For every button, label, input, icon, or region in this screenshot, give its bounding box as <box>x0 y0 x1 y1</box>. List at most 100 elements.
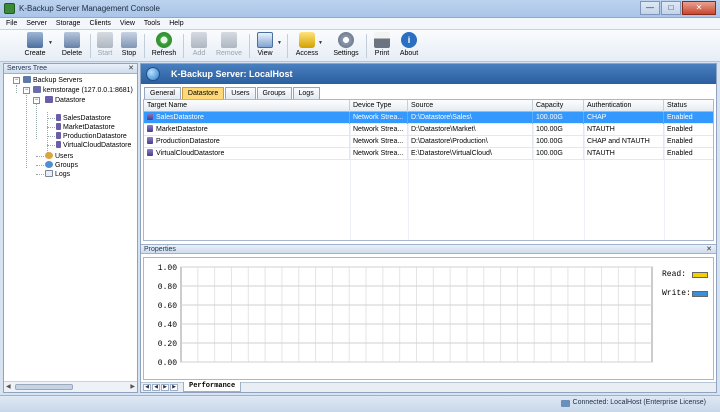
app-icon <box>4 3 15 14</box>
maximize-icon[interactable]: □ <box>661 1 681 15</box>
menu-file[interactable]: File <box>6 18 17 29</box>
create-button[interactable]: Create ▼ <box>20 32 53 60</box>
refresh-button[interactable]: Refresh <box>150 32 178 60</box>
tree-node-groups[interactable]: Groups <box>45 161 78 170</box>
cell-authentication: NTAUTH <box>584 124 664 136</box>
cell-capacity: 100.00G <box>533 112 584 124</box>
tab-datastore[interactable]: Datastore <box>181 87 225 99</box>
globe-icon <box>146 67 160 81</box>
cell-target-name: ProductionDatastore <box>144 136 350 148</box>
column-authentication[interactable]: Authentication <box>584 100 664 112</box>
tree-horizontal-scrollbar[interactable]: ◀ ▶ <box>4 381 137 392</box>
table-header: Target Name Device Type Source Capacity … <box>144 100 713 112</box>
cell-source: D:\Datastore\Market\ <box>408 124 533 136</box>
y-tick-label: 0.80 <box>158 283 177 292</box>
access-button[interactable]: Access ▼ <box>294 32 323 60</box>
toolbar-separator <box>249 34 250 58</box>
column-status[interactable]: Status <box>664 100 713 112</box>
column-source[interactable]: Source <box>408 100 533 112</box>
stop-button[interactable]: Stop <box>119 32 139 60</box>
tree-node-users[interactable]: Users <box>45 152 73 161</box>
start-button[interactable]: Start <box>94 32 116 60</box>
legend-write-label: Write: <box>662 289 691 298</box>
menu-tools[interactable]: Tools <box>144 18 160 29</box>
toolbar-separator <box>366 34 367 58</box>
menu-view[interactable]: View <box>120 18 135 29</box>
main-panel: K-Backup Server: LocalHost General Datas… <box>140 63 717 393</box>
tree-node-server[interactable]: kemstorage (127.0.0.1:8681) <box>33 86 133 95</box>
toolbar-separator <box>183 34 184 58</box>
view-dropdown-icon[interactable]: ▼ <box>277 40 282 46</box>
create-dropdown-icon[interactable]: ▼ <box>48 40 53 46</box>
close-panel-icon[interactable]: ✕ <box>706 245 712 254</box>
first-tab-icon[interactable]: ◀ <box>143 384 151 391</box>
tree-line <box>36 174 44 175</box>
cell-device-type: Network Strea... <box>350 112 408 124</box>
remove-icon <box>221 32 237 48</box>
menu-storage[interactable]: Storage <box>56 18 81 29</box>
tab-general[interactable]: General <box>144 87 181 99</box>
view-button[interactable]: View ▼ <box>254 32 282 60</box>
tree-node-datastore-item[interactable]: MarketDatastore <box>56 123 115 132</box>
tree-node-datastore-item[interactable]: VirtualCloudDatastore <box>56 141 131 150</box>
servers-tree: − Backup Servers − kemstorage (127.0.0.1… <box>4 74 137 381</box>
scrollbar-thumb[interactable] <box>15 384 73 390</box>
cell-device-type: Network Strea... <box>350 148 408 160</box>
close-panel-icon[interactable]: ✕ <box>128 64 134 74</box>
cell-status: Enabled <box>664 112 713 124</box>
stop-icon <box>121 32 137 48</box>
tab-groups[interactable]: Groups <box>256 87 292 99</box>
menu-server[interactable]: Server <box>26 18 47 29</box>
column-capacity[interactable]: Capacity <box>533 100 584 112</box>
add-icon <box>191 32 207 48</box>
tab-users[interactable]: Users <box>225 87 256 99</box>
table-row[interactable]: ProductionDatastore Network Strea... D:\… <box>144 136 713 148</box>
menu-clients[interactable]: Clients <box>89 18 110 29</box>
remove-button[interactable]: Remove <box>215 32 243 60</box>
collapse-icon[interactable]: − <box>33 97 40 104</box>
prev-tab-icon[interactable]: ◀ <box>152 384 160 391</box>
about-button[interactable]: i About <box>397 32 421 60</box>
tree-node-datastore[interactable]: Datastore <box>45 96 85 105</box>
collapse-icon[interactable]: − <box>13 77 20 84</box>
properties-header: Properties ✕ <box>141 244 716 254</box>
table-row[interactable]: SalesDatastore Network Strea... D:\Datas… <box>144 112 713 124</box>
scroll-right-icon[interactable]: ▶ <box>130 383 135 390</box>
print-button[interactable]: Print <box>372 32 392 60</box>
tree-line <box>36 156 44 157</box>
access-dropdown-icon[interactable]: ▼ <box>318 40 323 46</box>
tree-node-backup-servers[interactable]: Backup Servers <box>23 76 82 85</box>
scroll-left-icon[interactable]: ◀ <box>6 383 11 390</box>
settings-button[interactable]: Settings <box>332 32 360 60</box>
add-button[interactable]: Add <box>188 32 210 60</box>
cell-target-name: SalesDatastore <box>144 112 350 124</box>
cell-source: D:\Datastore\Sales\ <box>408 112 533 124</box>
close-icon[interactable]: ✕ <box>682 1 716 15</box>
minimize-icon[interactable]: — <box>640 1 660 15</box>
cell-source: D:\Datastore\Production\ <box>408 136 533 148</box>
column-target-name[interactable]: Target Name <box>144 100 350 112</box>
cell-source: E:\Datastore\VirtualCloud\ <box>408 148 533 160</box>
delete-button[interactable]: Delete <box>58 32 86 60</box>
server-icon <box>33 86 41 93</box>
printer-icon <box>374 32 390 48</box>
tab-performance[interactable]: Performance <box>183 382 242 392</box>
legend-read-label: Read: <box>662 270 687 279</box>
tree-node-datastore-item[interactable]: ProductionDatastore <box>56 132 127 141</box>
last-tab-icon[interactable]: ▶ <box>170 384 178 391</box>
groups-icon <box>45 161 53 168</box>
next-tab-icon[interactable]: ▶ <box>161 384 169 391</box>
menu-help[interactable]: Help <box>169 18 183 29</box>
table-row[interactable]: VirtualCloudDatastore Network Strea... E… <box>144 148 713 160</box>
users-icon <box>45 152 53 159</box>
cell-status: Enabled <box>664 124 713 136</box>
column-device-type[interactable]: Device Type <box>350 100 408 112</box>
tree-node-logs[interactable]: Logs <box>45 170 70 179</box>
table-row[interactable]: MarketDatastore Network Strea... D:\Data… <box>144 124 713 136</box>
collapse-icon[interactable]: − <box>23 87 30 94</box>
cell-capacity: 100.00G <box>533 136 584 148</box>
tree-node-datastore-item[interactable]: SalesDatastore <box>56 114 111 123</box>
tab-logs[interactable]: Logs <box>292 87 320 99</box>
toolbar-separator <box>144 34 145 58</box>
window-title: K-Backup Server Management Console <box>19 4 160 13</box>
